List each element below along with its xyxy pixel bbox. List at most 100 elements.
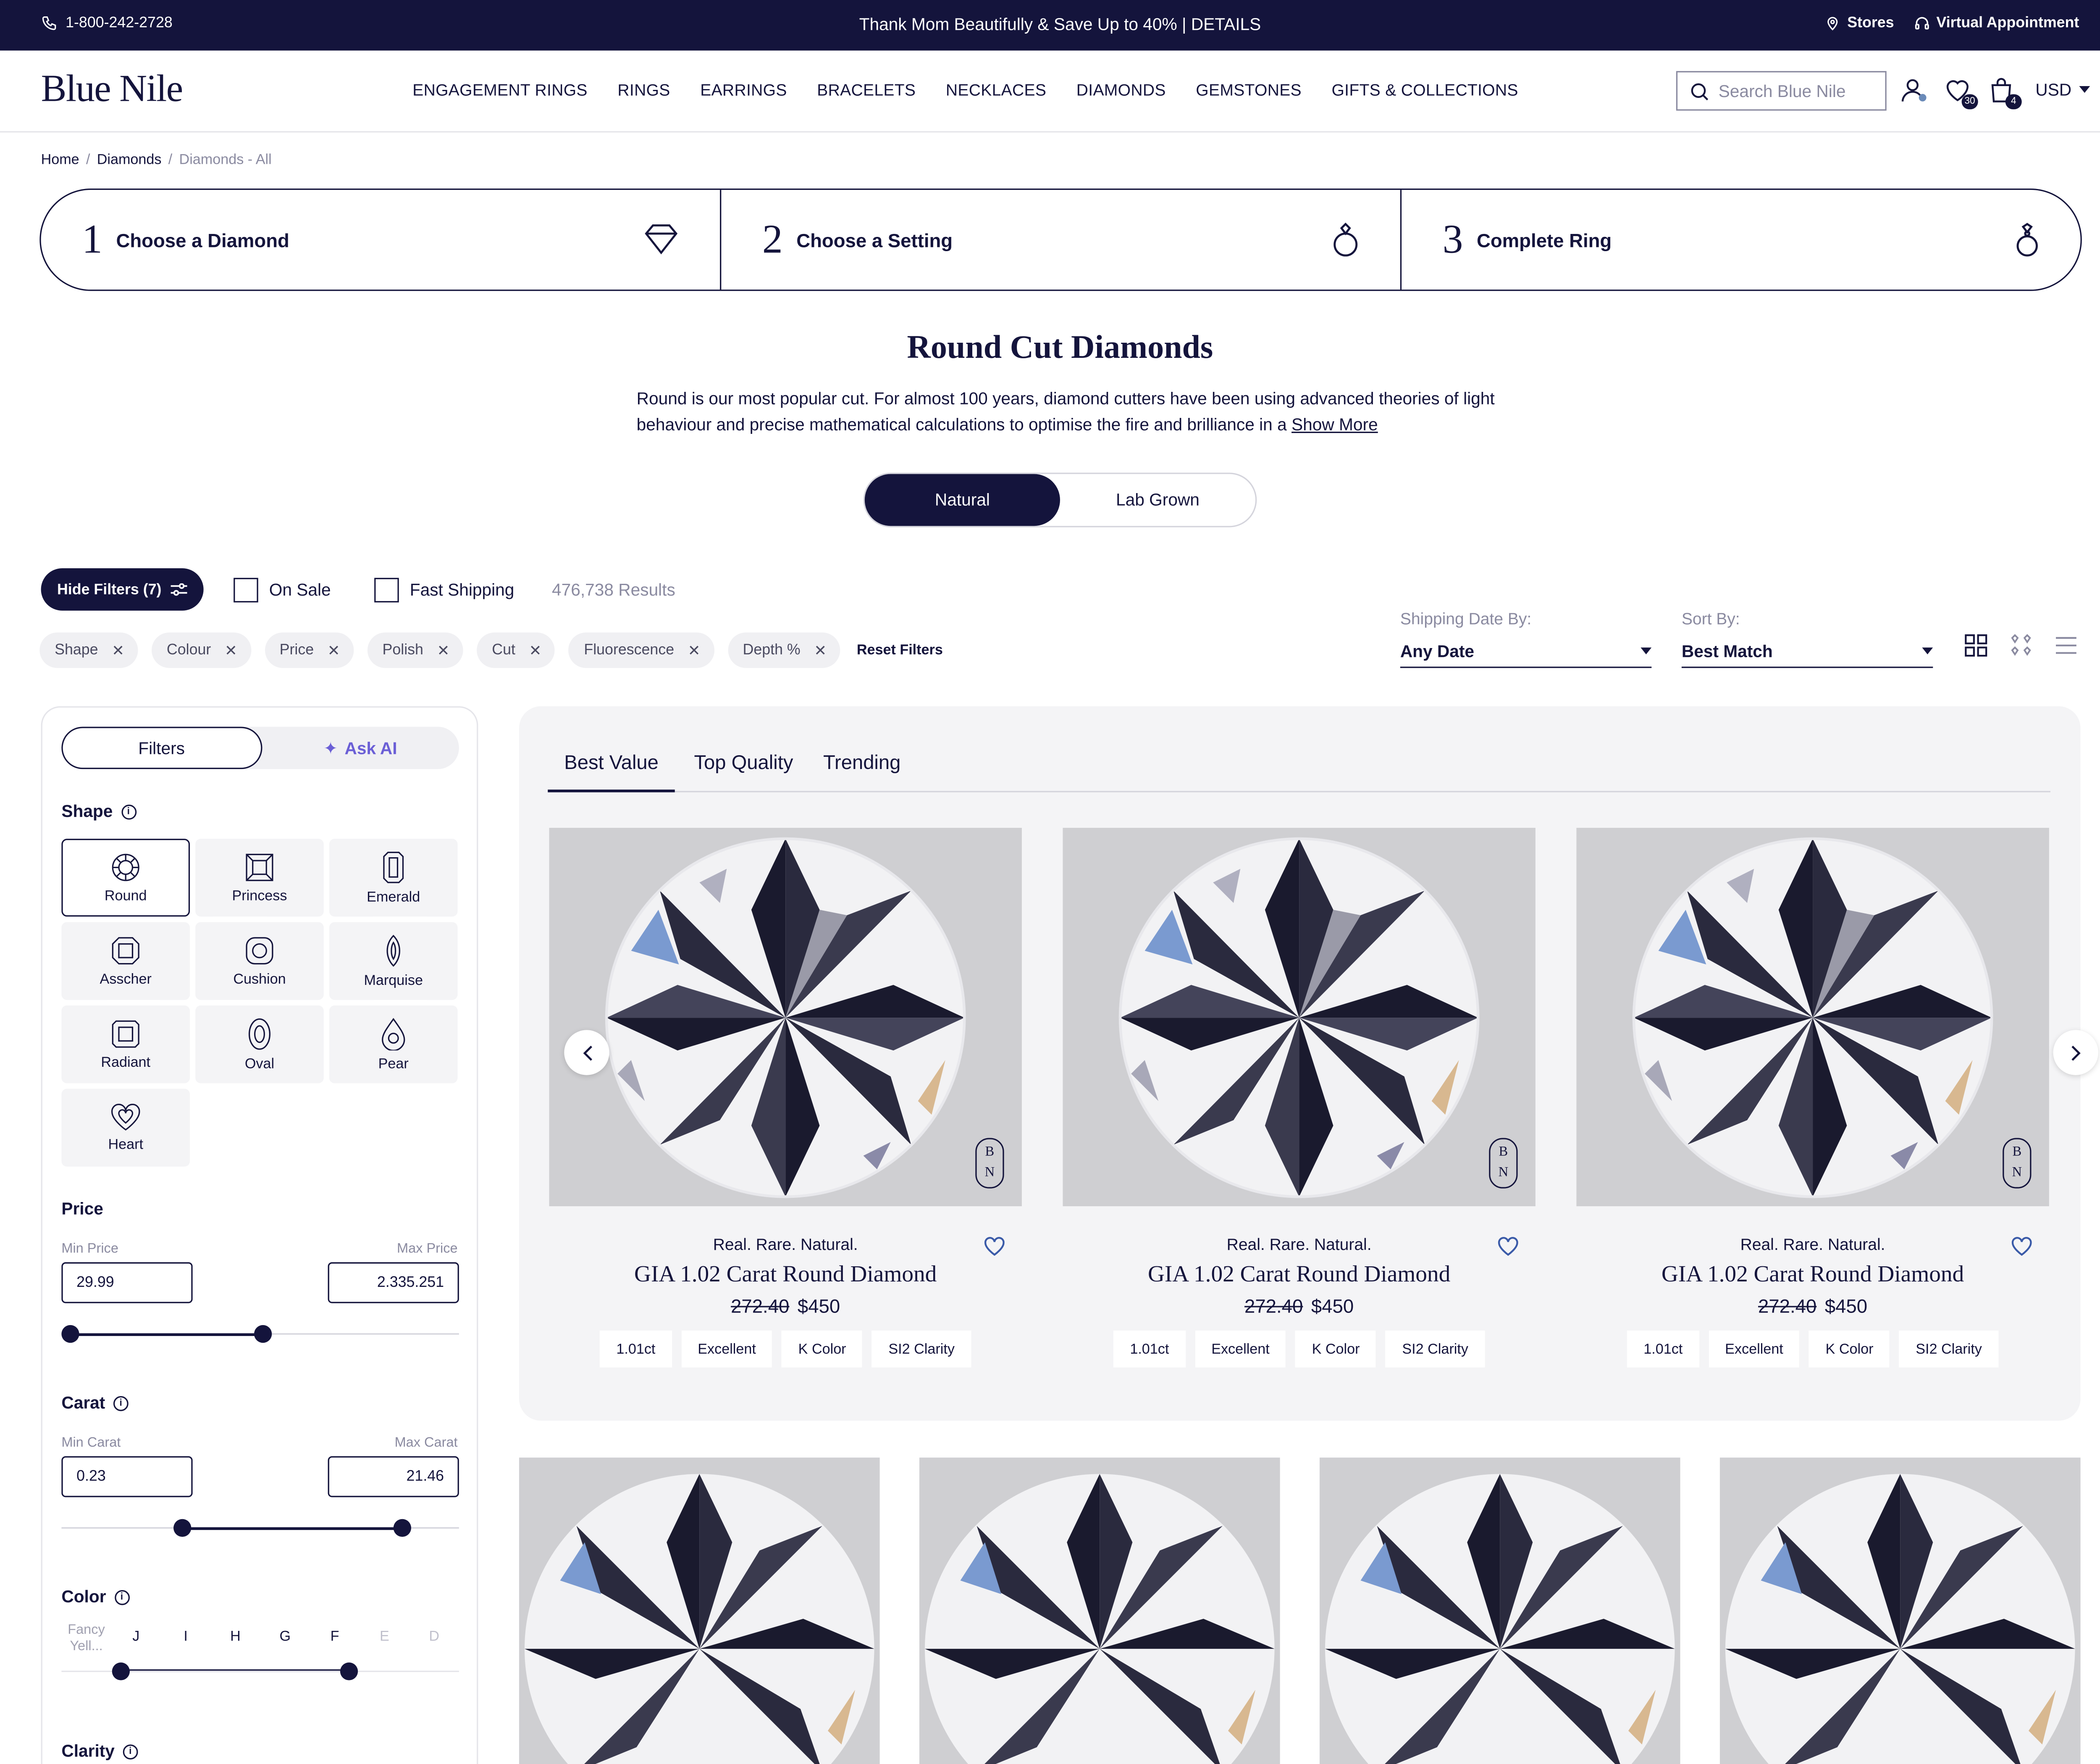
stores-link[interactable]: Stores: [1825, 15, 1894, 32]
max-carat-input[interactable]: 21.46: [328, 1456, 459, 1497]
step-complete-ring[interactable]: 3 Complete Ring: [1402, 190, 2080, 289]
heart-icon[interactable]: [984, 1236, 1005, 1257]
shape-emerald[interactable]: Emerald: [329, 839, 458, 917]
card-title[interactable]: GIA 1.02 Carat Round Diamond: [1576, 1261, 2049, 1288]
close-icon[interactable]: ✕: [529, 641, 542, 659]
currency-selector[interactable]: USD: [2035, 81, 2091, 100]
card-title[interactable]: GIA 1.02 Carat Round Diamond: [549, 1261, 1022, 1288]
breadcrumb-home[interactable]: Home: [41, 152, 79, 168]
shape-asscher[interactable]: Asscher: [61, 922, 190, 1000]
shape-marquise[interactable]: Marquise: [329, 922, 458, 1000]
min-price-input[interactable]: 29.99: [61, 1262, 193, 1303]
search-box[interactable]: [1676, 71, 1887, 111]
filter-chip-price[interactable]: Price ✕: [264, 632, 354, 668]
price-slider-min-handle[interactable]: [61, 1325, 79, 1343]
color-grade-f[interactable]: F: [310, 1628, 360, 1656]
toggle-lab-grown[interactable]: Lab Grown: [1060, 474, 1255, 526]
carat-slider-max-handle[interactable]: [393, 1519, 412, 1537]
close-icon[interactable]: ✕: [437, 641, 449, 659]
color-slider-min-handle[interactable]: [112, 1662, 130, 1680]
tab-ask-ai[interactable]: ✦ Ask AI: [262, 727, 459, 769]
result-card-image[interactable]: [919, 1457, 1280, 1764]
nav-rings[interactable]: RINGS: [617, 81, 670, 100]
result-card-image[interactable]: [1719, 1457, 2081, 1764]
info-icon[interactable]: i: [113, 1395, 129, 1411]
color-grade-j[interactable]: J: [111, 1628, 161, 1656]
shape-round[interactable]: Round: [61, 839, 190, 917]
color-grade-fancy[interactable]: Fancy Yell...: [61, 1623, 111, 1656]
logo[interactable]: Blue Nile: [41, 68, 184, 112]
shape-radiant[interactable]: Radiant: [61, 1005, 190, 1084]
close-icon[interactable]: ✕: [688, 641, 701, 659]
list-view-icon[interactable]: [2055, 634, 2078, 657]
diamond-image[interactable]: BN: [549, 828, 1022, 1206]
show-more-link[interactable]: Show More: [1292, 415, 1378, 434]
filter-chip-depth[interactable]: Depth % ✕: [727, 632, 840, 668]
filter-chip-fluorescence[interactable]: Fluorescence ✕: [569, 632, 714, 668]
max-price-input[interactable]: 2.335.251: [328, 1262, 459, 1303]
color-grade-h[interactable]: H: [210, 1628, 260, 1656]
shipping-date-select[interactable]: Any Date: [1400, 635, 1652, 668]
result-card-image[interactable]: [519, 1457, 880, 1764]
fast-shipping-checkbox[interactable]: Fast Shipping: [374, 578, 514, 603]
nav-diamonds[interactable]: DIAMONDS: [1076, 81, 1166, 100]
nav-bracelets[interactable]: BRACELETS: [817, 81, 916, 100]
featured-card[interactable]: BN Real. Rare. Natural. GIA 1.02 Carat R…: [1576, 828, 2049, 1368]
close-icon[interactable]: ✕: [225, 641, 237, 659]
grid-view-icon[interactable]: [1964, 634, 1987, 657]
shape-cushion[interactable]: Cushion: [195, 922, 324, 1000]
featured-card[interactable]: BN Real. Rare. Natural. GIA 1.02 Carat R…: [1063, 828, 1536, 1368]
nav-necklaces[interactable]: NECKLACES: [946, 81, 1046, 100]
carousel-prev-button[interactable]: [564, 1030, 609, 1075]
filter-chip-cut[interactable]: Cut ✕: [477, 632, 556, 668]
filter-chip-colour[interactable]: Colour ✕: [152, 632, 251, 668]
gallery-view-icon[interactable]: [2009, 634, 2032, 657]
account-button[interactable]: [1899, 75, 1929, 105]
shape-heart[interactable]: Heart: [61, 1089, 190, 1167]
nav-earrings[interactable]: EARRINGS: [700, 81, 787, 100]
filter-chip-polish[interactable]: Polish ✕: [367, 632, 464, 668]
search-input[interactable]: [1718, 81, 1876, 101]
heart-icon[interactable]: [2011, 1236, 2033, 1257]
info-icon[interactable]: i: [121, 804, 136, 819]
shape-oval[interactable]: Oval: [195, 1005, 324, 1084]
color-grade-e[interactable]: E: [360, 1628, 409, 1656]
filter-chip-shape[interactable]: Shape ✕: [39, 632, 138, 668]
heart-icon[interactable]: [1497, 1236, 1519, 1257]
nav-gifts-collections[interactable]: GIFTS & COLLECTIONS: [1331, 81, 1518, 100]
sort-by-select[interactable]: Best Match: [1681, 635, 1933, 668]
color-grade-i[interactable]: I: [161, 1628, 210, 1656]
hide-filters-button[interactable]: Hide Filters (7): [41, 568, 204, 611]
promo-message[interactable]: Thank Mom Beautifully & Save Up to 40% |…: [0, 15, 2100, 34]
featured-card[interactable]: BN Real. Rare. Natural. GIA 1.02 Carat R…: [549, 828, 1022, 1368]
close-icon[interactable]: ✕: [112, 641, 124, 659]
tab-trending[interactable]: Trending: [807, 753, 917, 792]
tab-top-quality[interactable]: Top Quality: [677, 753, 809, 792]
diamond-image[interactable]: BN: [1576, 828, 2049, 1206]
step-choose-diamond[interactable]: 1 Choose a Diamond: [41, 190, 722, 290]
color-grade-d[interactable]: D: [410, 1628, 459, 1656]
on-sale-checkbox[interactable]: On Sale: [234, 578, 331, 603]
step-choose-setting[interactable]: 2 Choose a Setting: [721, 190, 1402, 290]
shape-princess[interactable]: Princess: [195, 839, 324, 917]
result-card-image[interactable]: [1319, 1457, 1680, 1764]
price-slider-max-handle[interactable]: [254, 1325, 272, 1343]
nav-engagement-rings[interactable]: ENGAGEMENT RINGS: [412, 81, 588, 100]
wishlist-button[interactable]: 30: [1942, 75, 1978, 110]
carat-slider-min-handle[interactable]: [173, 1519, 192, 1537]
close-icon[interactable]: ✕: [814, 641, 827, 659]
shape-pear[interactable]: Pear: [329, 1005, 458, 1084]
tab-filters[interactable]: Filters: [61, 727, 262, 769]
nav-gemstones[interactable]: GEMSTONES: [1196, 81, 1302, 100]
info-icon[interactable]: i: [114, 1589, 129, 1605]
carousel-next-button[interactable]: [2053, 1030, 2098, 1075]
bag-button[interactable]: 4: [1986, 75, 2022, 110]
min-carat-input[interactable]: 0.23: [61, 1456, 193, 1497]
card-title[interactable]: GIA 1.02 Carat Round Diamond: [1063, 1261, 1535, 1288]
diamond-image[interactable]: BN: [1063, 828, 1536, 1206]
info-icon[interactable]: i: [123, 1743, 138, 1759]
color-slider-max-handle[interactable]: [340, 1662, 358, 1680]
tab-best-value[interactable]: Best Value: [548, 753, 675, 793]
breadcrumb-diamonds[interactable]: Diamonds: [97, 152, 162, 168]
virtual-appointment-link[interactable]: Virtual Appointment: [1913, 15, 2079, 32]
